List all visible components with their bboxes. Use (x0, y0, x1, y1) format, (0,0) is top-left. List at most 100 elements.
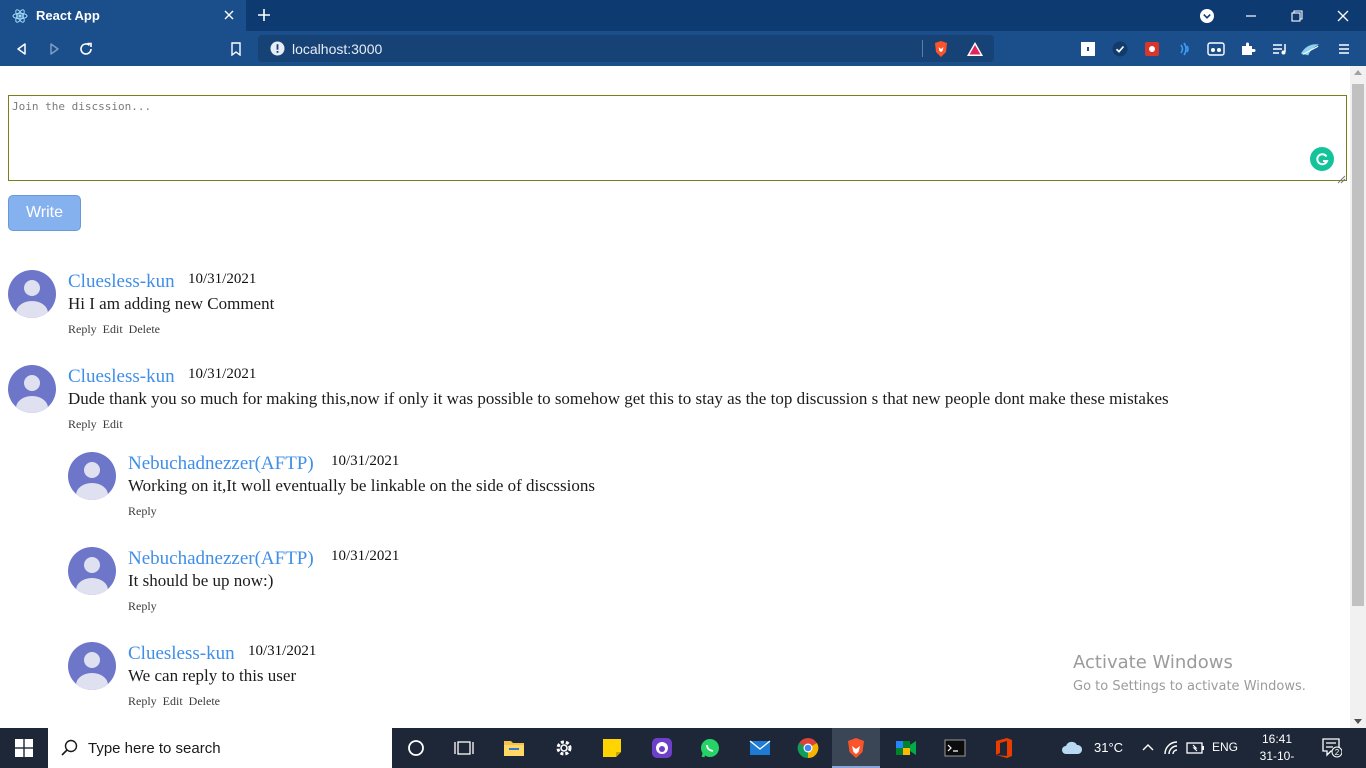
task-view-icon[interactable] (452, 736, 476, 760)
comment-actions: Reply Edit Delete (68, 322, 166, 337)
comment-text: We can reply to this user (128, 666, 297, 685)
comment-author[interactable]: Nebuchadnezzer(AFTP) (128, 548, 314, 570)
comment-author[interactable]: Cluesless-kun (68, 271, 175, 293)
url-text: localhost:3000 (292, 41, 383, 57)
extensions-puzzle-icon[interactable] (1238, 39, 1258, 59)
browser-tab[interactable]: React App (0, 0, 246, 31)
tape-extension-icon[interactable] (1206, 39, 1226, 59)
office-icon[interactable] (992, 736, 1016, 760)
reply-link[interactable]: Reply (68, 417, 97, 431)
grammarly-icon[interactable] (1310, 147, 1334, 171)
forward-icon[interactable] (44, 39, 64, 59)
page-content: Write Cluesless-kun 10/31/2021 Hi I am a… (0, 66, 1350, 728)
scroll-down-arrow-icon[interactable] (1354, 719, 1362, 724)
wifi-icon[interactable] (1160, 736, 1184, 760)
bookmark-icon[interactable] (226, 39, 246, 59)
sticky-notes-icon[interactable] (600, 736, 624, 760)
battery-icon[interactable] (1184, 736, 1208, 760)
comment-actions: Reply Edit Delete (128, 694, 226, 709)
write-button[interactable]: Write (8, 195, 81, 231)
reply-item: Nebuchadnezzer(AFTP) 10/31/2021 It shoul… (68, 547, 768, 617)
clock-date: 31-10-2021 (1259, 749, 1295, 768)
resize-grip-icon[interactable] (1337, 171, 1346, 184)
profile-avatar-icon[interactable] (1300, 39, 1320, 59)
chrome-icon[interactable] (796, 736, 820, 760)
cortana-icon[interactable] (404, 736, 428, 760)
reload-icon[interactable] (76, 39, 96, 59)
language-indicator[interactable]: ENG (1212, 740, 1238, 754)
checkmark-extension-icon[interactable] (1110, 39, 1130, 59)
comment-actions: Reply Edit (68, 417, 129, 432)
github-desktop-icon[interactable] (650, 736, 674, 760)
activate-windows-watermark: Activate Windows Go to Settings to activ… (1073, 652, 1306, 694)
extension-square-icon[interactable] (1078, 39, 1098, 59)
address-separator (922, 40, 923, 57)
scroll-up-arrow-icon[interactable] (1354, 70, 1362, 75)
comment-date: 10/31/2021 (248, 643, 317, 659)
page-scrollbar[interactable] (1350, 66, 1366, 728)
tab-search-dropdown-icon[interactable] (1184, 0, 1230, 31)
brave-rewards-icon[interactable] (966, 40, 984, 58)
close-window-icon[interactable] (1320, 0, 1366, 31)
taskbar-search-box[interactable]: Type here to search (48, 728, 392, 768)
temperature-text[interactable]: 31°C (1094, 740, 1123, 755)
reply-item: Cluesless-kun 10/31/2021 We can reply to… (68, 642, 768, 712)
chevron-up-icon[interactable] (1136, 736, 1160, 760)
edit-link[interactable]: Edit (103, 322, 123, 336)
windows-start-icon[interactable] (0, 728, 48, 768)
avatar (68, 642, 116, 690)
notification-count: 2 (1335, 748, 1340, 757)
google-meet-icon[interactable] (894, 736, 918, 760)
comment-item: Cluesless-kun 10/31/2021 Hi I am adding … (8, 270, 708, 340)
tab-close-icon[interactable] (220, 6, 238, 24)
clock-time: 16:41 (1261, 732, 1293, 746)
comment-date: 10/31/2021 (331, 453, 400, 469)
browser-toolbar: localhost:3000 (0, 31, 1366, 66)
brave-browser-icon[interactable] (844, 736, 868, 760)
comment-date: 10/31/2021 (331, 548, 400, 564)
edit-link[interactable]: Edit (103, 417, 123, 431)
whatsapp-icon[interactable] (698, 736, 722, 760)
watermark-title: Activate Windows (1073, 652, 1233, 673)
terminal-icon[interactable] (943, 736, 967, 760)
new-tab-icon[interactable] (254, 5, 274, 25)
comment-author[interactable]: Cluesless-kun (128, 643, 235, 665)
reply-link[interactable]: Reply (128, 504, 157, 518)
site-info-icon[interactable] (270, 41, 285, 56)
search-placeholder: Type here to search (88, 739, 221, 757)
restore-icon[interactable] (1274, 0, 1320, 31)
reply-link[interactable]: Reply (68, 322, 97, 336)
settings-gear-icon[interactable] (552, 736, 576, 760)
comment-date: 10/31/2021 (188, 271, 257, 287)
system-clock[interactable]: 16:41 31-10-2021 (1250, 731, 1304, 768)
discussion-textarea[interactable] (8, 95, 1347, 181)
comment-text: Hi I am adding new Comment (68, 294, 275, 313)
delete-link[interactable]: Delete (129, 322, 160, 336)
avatar (68, 547, 116, 595)
minimize-icon[interactable] (1228, 0, 1274, 31)
delete-link[interactable]: Delete (189, 694, 220, 708)
comment-author[interactable]: Cluesless-kun (68, 366, 175, 388)
reply-link[interactable]: Reply (128, 599, 157, 613)
browser-menu-icon[interactable] (1334, 39, 1354, 59)
scrollbar-thumb[interactable] (1352, 84, 1364, 606)
media-queue-icon[interactable] (1270, 39, 1290, 59)
back-icon[interactable] (12, 39, 32, 59)
reply-link[interactable]: Reply (128, 694, 157, 708)
reply-item: Nebuchadnezzer(AFTP) 10/31/2021 Working … (68, 452, 768, 522)
edit-link[interactable]: Edit (163, 694, 183, 708)
watermark-subtitle: Go to Settings to activate Windows. (1073, 679, 1306, 694)
file-explorer-icon[interactable] (502, 736, 526, 760)
weather-cloud-icon (1060, 736, 1084, 760)
address-bar[interactable]: localhost:3000 (258, 35, 994, 62)
comment-author[interactable]: Nebuchadnezzer(AFTP) (128, 453, 314, 475)
comment-text: Dude thank you so much for making this,n… (68, 389, 1169, 408)
comment-actions: Reply (128, 599, 163, 614)
react-logo-icon (12, 8, 28, 24)
sound-waves-icon[interactable] (1174, 39, 1194, 59)
search-icon (60, 738, 80, 758)
mail-icon[interactable] (748, 736, 772, 760)
brave-shields-icon[interactable] (932, 40, 950, 58)
red-extension-icon[interactable] (1142, 39, 1162, 59)
notification-icon[interactable]: 2 (1322, 738, 1343, 758)
